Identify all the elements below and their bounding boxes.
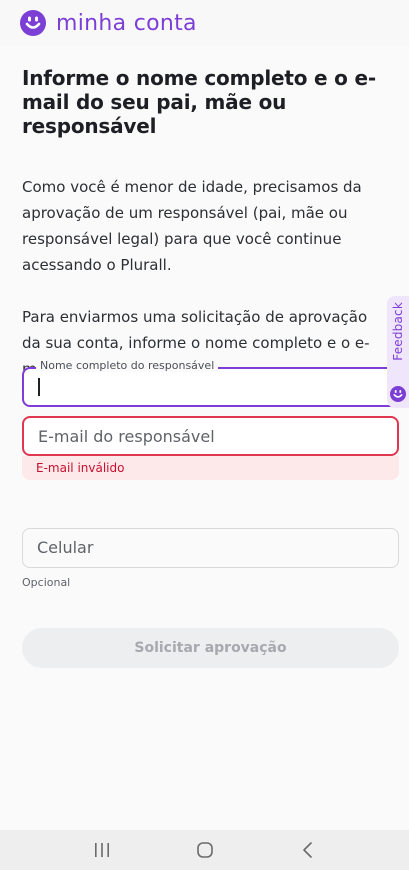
smiley-icon bbox=[390, 386, 406, 402]
feedback-tab[interactable]: Feedback bbox=[387, 296, 409, 408]
brand-name: minha conta bbox=[56, 10, 197, 36]
recent-apps-icon bbox=[94, 843, 109, 857]
home-button[interactable] bbox=[185, 838, 225, 862]
guardian-email-placeholder: E-mail do responsável bbox=[38, 427, 215, 446]
feedback-label: Feedback bbox=[391, 302, 405, 361]
back-button[interactable] bbox=[288, 838, 328, 862]
phone-placeholder: Celular bbox=[37, 538, 94, 557]
home-icon bbox=[196, 842, 213, 858]
back-icon bbox=[302, 842, 312, 858]
email-error-message: E-mail inválido bbox=[22, 456, 399, 480]
text-cursor bbox=[38, 378, 40, 396]
phone-field[interactable]: Celular bbox=[22, 528, 399, 568]
page-title: Informe o nome completo e o e-mail do se… bbox=[22, 66, 376, 138]
app-header: minha conta bbox=[0, 0, 409, 46]
main-content: Informe o nome completo e o e-mail do se… bbox=[0, 46, 409, 830]
system-navigation-bar bbox=[0, 830, 409, 870]
recent-apps-button[interactable] bbox=[82, 838, 122, 862]
request-approval-button[interactable]: Solicitar aprovação bbox=[22, 628, 399, 668]
guardian-name-label: Nome completo do responsável bbox=[36, 359, 219, 372]
intro-paragraph: Como você é menor de idade, precisamos d… bbox=[22, 178, 362, 274]
guardian-name-field[interactable]: Nome completo do responsável bbox=[22, 359, 399, 407]
smiley-logo-icon bbox=[20, 10, 46, 36]
phone-helper-text: Opcional bbox=[22, 576, 71, 589]
guardian-email-field[interactable]: E-mail do responsável bbox=[22, 416, 399, 456]
